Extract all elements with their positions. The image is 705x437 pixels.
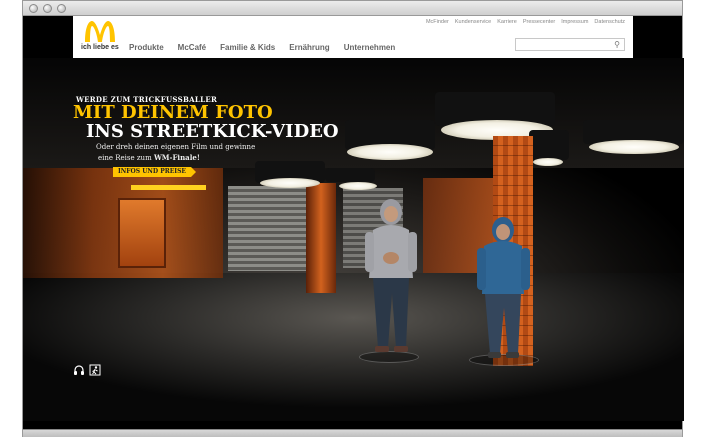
nav-item-familie-kids[interactable]: Familie & Kids [220,43,275,52]
top-utility-nav: McFinder Kundenservice Karriere Pressece… [426,19,625,25]
browser-titlebar [23,1,682,16]
browser-window: ich liebe es Produkte McCafé Familie & K… [22,0,684,437]
site-header: ich liebe es Produkte McCafé Familie & K… [73,16,633,58]
mcdonalds-logo-icon[interactable] [83,20,117,42]
exit-door-icon[interactable] [89,364,101,376]
floor-backdrop [23,273,684,421]
hero-subtext-line2: eine Reise zum WM-Finale! [98,153,200,162]
nav-item-mccafe[interactable]: McCafé [178,43,206,52]
top-nav-kundenservice[interactable]: Kundenservice [455,19,491,25]
ceiling-lamp [339,182,377,190]
search-icon[interactable]: ⚲ [614,40,620,49]
top-nav-impressum[interactable]: Impressum [561,19,588,25]
close-window-button[interactable] [29,4,38,13]
hero-subtext-line1: Oder dreh deinen eigenen Film und gewinn… [96,143,256,151]
nav-item-ernaehrung[interactable]: Ernährung [289,43,329,52]
ceiling-lamp [533,158,563,166]
main-navigation: Produkte McCafé Familie & Kids Ernährung… [129,43,395,52]
brand-tagline: ich liebe es [81,44,119,51]
person-grey-hoodie [365,199,417,352]
search-box[interactable]: ⚲ [515,38,625,51]
browser-statusbar [23,429,682,437]
infos-und-preise-button[interactable]: INFOS UND PREISE [113,167,196,177]
person-blue-hoodie [477,217,530,358]
lamp-shade [529,130,569,160]
nav-item-produkte[interactable]: Produkte [129,43,164,52]
top-nav-pressecenter[interactable]: Pressecenter [523,19,555,25]
lamp-shade [325,168,375,182]
yellow-sign-strip [131,185,206,190]
ceiling-lamp [260,178,320,188]
nav-item-unternehmen[interactable]: Unternehmen [344,43,396,52]
hero-headline-line2: INS STREETKICK-VIDEO [86,121,339,142]
zoom-window-button[interactable] [57,4,66,13]
top-nav-karriere[interactable]: Karriere [497,19,517,25]
orange-door [118,198,166,268]
headphones-icon[interactable] [73,364,85,376]
orange-pillar [306,183,336,293]
ceiling-lamp [347,144,433,160]
minimize-window-button[interactable] [43,4,52,13]
top-nav-mcfinder[interactable]: McFinder [426,19,449,25]
ceiling-lamp [589,140,679,154]
hero-subtext-prefix: eine Reise zum [98,154,154,162]
hero-headline-line1: MIT DEINEM FOTO [73,102,273,123]
hero-stage: WERDE ZUM TRICKFUSSBALLER MIT DEINEM FOT… [23,58,684,421]
hero-subtext-highlight: WM-Finale! [153,153,200,162]
top-nav-datenschutz[interactable]: Datenschutz [594,19,625,25]
